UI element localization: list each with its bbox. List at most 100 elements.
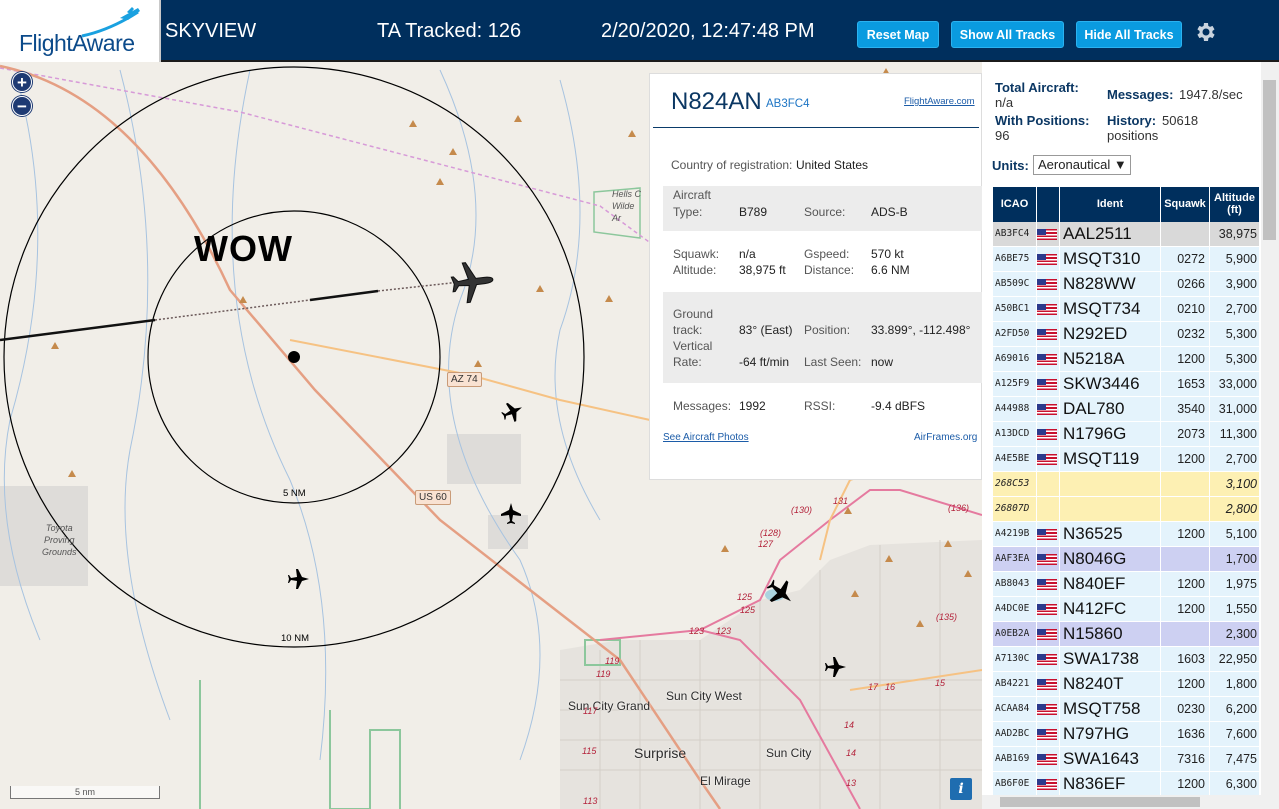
cell-altitude: 2,700 (1210, 297, 1259, 321)
us-flag-icon (1037, 779, 1057, 790)
table-row[interactable]: AB4221 N8240T 1200 1,800 (993, 672, 1259, 696)
table-row[interactable]: A4219B N36525 1200 5,100 (993, 522, 1259, 546)
gear-icon[interactable] (1193, 20, 1217, 44)
tracked-count: TA Tracked: 126 (377, 20, 522, 42)
table-row[interactable]: AB3FC4 AAL2511 38,975 (993, 222, 1259, 246)
table-row[interactable]: A13DCD N1796G 2073 11,300 (993, 422, 1259, 446)
table-row[interactable]: 26807D 2,800 (993, 497, 1259, 521)
col-flag[interactable] (1037, 187, 1059, 222)
table-row[interactable]: AAD2BC N797HG 1636 7,600 (993, 722, 1259, 746)
scrollbar-thumb[interactable] (1263, 80, 1276, 240)
table-row[interactable]: A7130C SWA1738 1603 22,950 (993, 647, 1259, 671)
table-row[interactable]: A125F9 SKW3446 1653 33,000 (993, 372, 1259, 396)
place-el-mirage: El Mirage (700, 774, 751, 788)
us-flag-icon (1037, 429, 1057, 440)
us-flag-icon (1037, 229, 1057, 240)
aircraft-registration: N824AN (671, 88, 762, 115)
table-row[interactable]: A50BC1 MSQT734 0210 2,700 (993, 297, 1259, 321)
country-label: Country of registration: (671, 158, 793, 172)
col-ident[interactable]: Ident (1060, 187, 1160, 222)
flightaware-logo[interactable]: FlightAware (0, 0, 161, 62)
cell-squawk (1161, 222, 1209, 246)
admin-boundary (0, 67, 661, 251)
cell-altitude: 6,300 (1210, 772, 1259, 796)
reset-map-button[interactable]: Reset Map (857, 21, 939, 48)
hide-all-tracks-button[interactable]: Hide All Tracks (1076, 21, 1182, 48)
position-value: 33.899°, -112.498° (871, 323, 971, 337)
lastseen-value: now (871, 355, 894, 369)
altitude-value: 38,975 ft (739, 263, 786, 277)
logo-text: FlightAware (19, 30, 135, 56)
horizontal-scrollbar-thumb[interactable] (1000, 797, 1200, 807)
cell-squawk: 0266 (1161, 272, 1209, 296)
us-flag-icon (1037, 579, 1057, 590)
cell-ident: N36525 (1060, 522, 1160, 546)
track-dashed (154, 299, 311, 321)
units-select[interactable]: Aeronautical ▼ (1033, 155, 1131, 175)
track-label: track: (673, 323, 703, 337)
table-row[interactable]: A4DC0E N412FC 1200 1,550 (993, 597, 1259, 621)
zoom-in-button[interactable]: + (12, 72, 32, 92)
col-icao[interactable]: ICAO (993, 187, 1036, 222)
cell-altitude: 5,900 (1210, 247, 1259, 271)
table-row[interactable]: ACAA84 MSQT758 0230 6,200 (993, 697, 1259, 721)
history-value: 50618 (1162, 113, 1199, 128)
cell-altitude: 5,300 (1210, 322, 1259, 346)
aircraft-photos-link[interactable]: See Aircraft Photos (663, 432, 749, 443)
cell-altitude: 5,100 (1210, 522, 1259, 546)
flightaware-link[interactable]: FlightAware.com (904, 96, 975, 107)
position-box (663, 292, 983, 383)
show-all-tracks-button[interactable]: Show All Tracks (951, 21, 1064, 48)
place-sun-city-west: Sun City West (666, 689, 742, 703)
road-number: 123 (716, 626, 732, 636)
table-row[interactable]: AB6F0E N836EF 1200 6,300 (993, 772, 1259, 796)
road-number: 117 (583, 706, 598, 716)
cell-altitude: 2,300 (1210, 622, 1259, 646)
cell-icao: 26807D (993, 497, 1036, 521)
table-row[interactable]: A69016 N5218A 1200 5,300 (993, 347, 1259, 371)
cell-ident: N840EF (1060, 572, 1160, 596)
map-info-button[interactable]: i (950, 778, 972, 800)
cell-altitude: 1,550 (1210, 597, 1259, 621)
aircraft-list-sidebar: Total Aircraft: n/a Messages: 1947.8/sec… (982, 62, 1261, 809)
lastseen-label: Last Seen: (804, 355, 862, 369)
table-row[interactable]: A4E5BE MSQT119 1200 2,700 (993, 447, 1259, 471)
road-number: 115 (582, 746, 597, 756)
table-row[interactable]: AAB169 SWA1643 7316 7,475 (993, 747, 1259, 771)
messages-rate: 1947.8/sec (1179, 87, 1243, 102)
table-row[interactable]: A44988 DAL780 3540 31,000 (993, 397, 1259, 421)
cell-icao: AB6F0E (993, 772, 1036, 796)
cell-flag (1037, 272, 1059, 296)
table-row[interactable]: AB8043 N840EF 1200 1,975 (993, 572, 1259, 596)
aircraft-selected[interactable] (450, 260, 496, 305)
with-positions-value: 96 (995, 128, 1010, 143)
airframes-link[interactable]: AirFrames.org (914, 432, 977, 443)
table-row[interactable]: A6BE75 MSQT310 0272 5,900 (993, 247, 1259, 271)
table-row[interactable]: AAF3EA N8046G 1,700 (993, 547, 1259, 571)
aircraft-hex[interactable]: AB3FC4 (766, 98, 809, 110)
us-flag-icon (1037, 754, 1057, 765)
us-flag-icon (1037, 279, 1057, 290)
vertical-label: Vertical (673, 339, 713, 353)
zoom-out-button[interactable]: − (12, 96, 32, 116)
cell-altitude: 33,000 (1210, 372, 1259, 396)
cell-ident: N15860 (1060, 622, 1160, 646)
rssi-value: -9.4 dBFS (871, 399, 926, 413)
us-flag-icon (1037, 454, 1057, 465)
cell-squawk: 2073 (1161, 422, 1209, 446)
table-row[interactable]: 268C53 3,100 (993, 472, 1259, 496)
table-row[interactable]: AB509C N828WW 0266 3,900 (993, 272, 1259, 296)
table-row[interactable]: A2FD50 N292ED 0232 5,300 (993, 322, 1259, 346)
col-altitude[interactable]: Altitude (ft) (1210, 187, 1259, 222)
cell-flag (1037, 397, 1059, 421)
urban-area (560, 540, 982, 809)
cell-flag (1037, 497, 1059, 521)
cell-ident: N292ED (1060, 322, 1160, 346)
position-label: Position: (804, 323, 851, 337)
us-flag-icon (1037, 729, 1057, 740)
col-altitude-label: Altitude (1214, 192, 1255, 204)
col-squawk[interactable]: Squawk (1161, 187, 1209, 222)
cell-icao: A44988 (993, 397, 1036, 421)
divider (653, 127, 979, 128)
table-row[interactable]: A0EB2A N15860 2,300 (993, 622, 1259, 646)
